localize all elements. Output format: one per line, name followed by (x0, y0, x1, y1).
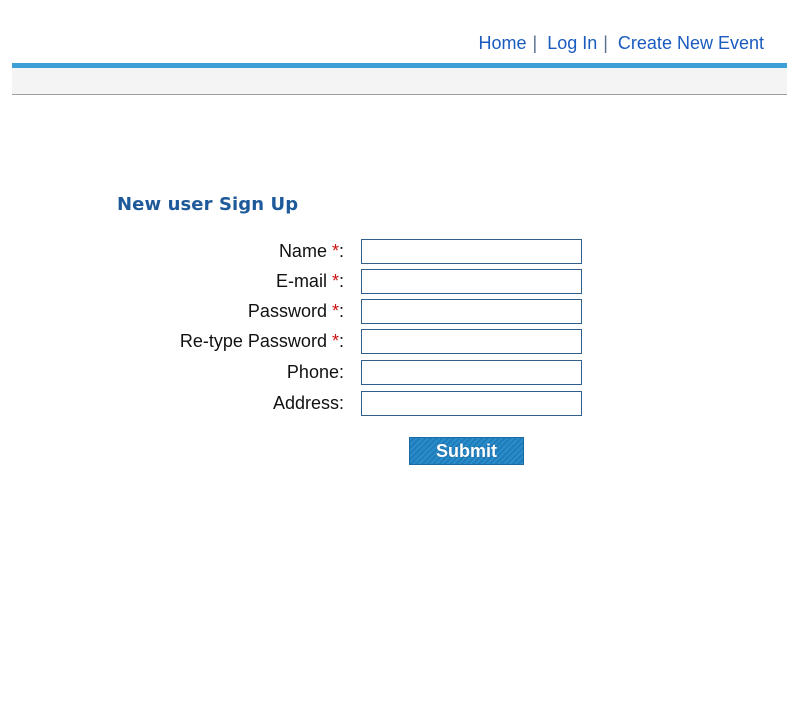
name-label: Name *: (278, 241, 344, 261)
form-title: New user Sign Up (117, 194, 299, 215)
address-label: Address: (272, 393, 344, 413)
nav-separator: | (603, 33, 608, 53)
address-field[interactable] (361, 391, 582, 416)
header-bar (12, 63, 787, 95)
email-label: E-mail *: (275, 271, 344, 291)
form-row-email: E-mail *: (0, 269, 808, 295)
nav-create-event-link[interactable]: Create New Event (618, 33, 764, 53)
password-label: Password *: (247, 301, 344, 321)
form-row-retype-password: Re-type Password *: (0, 329, 808, 355)
required-marker: * (331, 301, 339, 321)
email-field[interactable] (361, 269, 582, 294)
submit-button[interactable]: Submit (409, 437, 524, 465)
phone-field[interactable] (361, 360, 582, 385)
top-navigation: Home | Log In | Create New Event (478, 33, 764, 54)
form-row-address: Address: (0, 391, 808, 417)
form-row-phone: Phone: (0, 360, 808, 386)
required-marker: * (331, 271, 339, 291)
nav-login-link[interactable]: Log In (547, 33, 597, 53)
name-field[interactable] (361, 239, 582, 264)
retype-password-label: Re-type Password *: (179, 331, 344, 351)
phone-label: Phone: (286, 362, 344, 382)
password-field[interactable] (361, 299, 582, 324)
required-marker: * (331, 331, 339, 351)
form-row-name: Name *: (0, 239, 808, 265)
retype-password-field[interactable] (361, 329, 582, 354)
nav-separator: | (532, 33, 538, 53)
page: Home | Log In | Create New Event New user Si… (0, 0, 808, 718)
nav-home-link[interactable]: Home (478, 33, 526, 53)
required-marker: * (331, 241, 339, 261)
form-row-password: Password *: (0, 299, 808, 325)
